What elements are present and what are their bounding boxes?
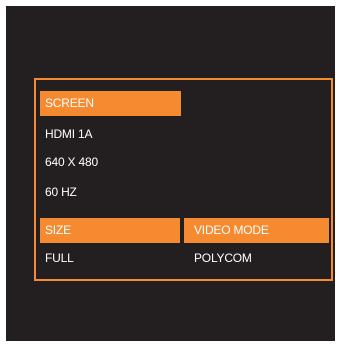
- screen-section-header: SCREEN: [40, 91, 181, 116]
- size-section-header: SIZE: [40, 218, 180, 243]
- osd-screen: SCREEN HDMI 1A 640 X 480 60 HZ SIZE FULL…: [6, 6, 335, 341]
- video-mode-value: POLYCOM: [194, 251, 252, 265]
- refresh-rate-value: 60 HZ: [45, 185, 77, 199]
- resolution-value: 640 X 480: [45, 155, 98, 169]
- input-source-value: HDMI 1A: [45, 127, 93, 141]
- size-value: FULL: [45, 251, 74, 265]
- video-mode-section-header: VIDEO MODE: [184, 218, 329, 243]
- status-menu-panel: SCREEN HDMI 1A 640 X 480 60 HZ SIZE FULL…: [34, 78, 333, 281]
